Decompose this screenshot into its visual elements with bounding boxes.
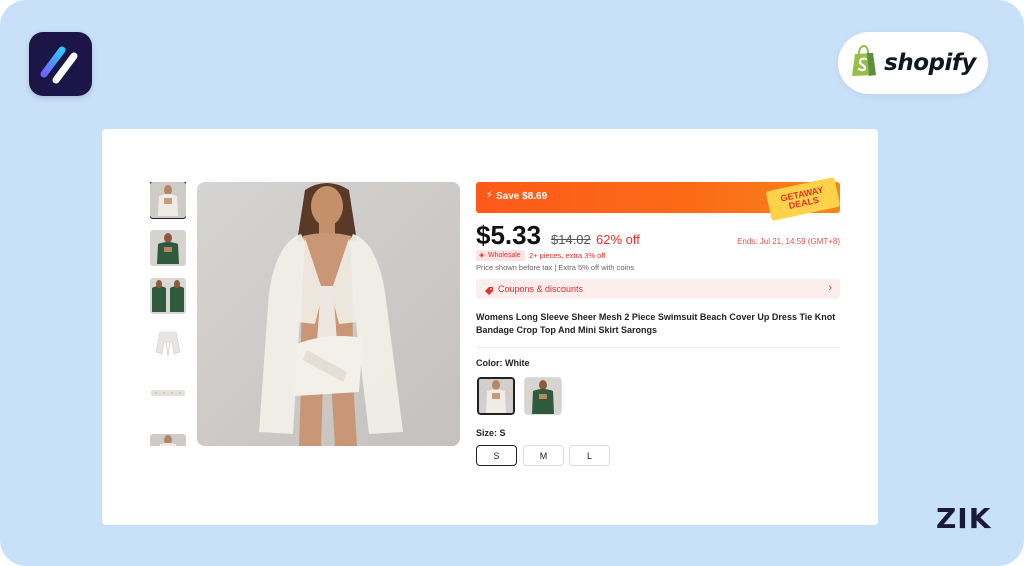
- size-option-l[interactable]: L: [569, 445, 610, 466]
- current-price: $5.33: [476, 220, 542, 250]
- shopify-bag-icon: [850, 44, 878, 82]
- thumbnail-3[interactable]: [150, 278, 186, 314]
- thumbnail-list: [150, 182, 186, 446]
- thumbnail-1[interactable]: [150, 182, 186, 219]
- size-option-m[interactable]: M: [523, 445, 564, 466]
- thumbnail-4[interactable]: [150, 326, 186, 362]
- product-title: Womens Long Sleeve Sheer Mesh 2 Piece Sw…: [476, 312, 836, 335]
- deal-end-time: Ends: Jul 21, 14:59 (GMT+8): [737, 237, 840, 246]
- background-stage: shopify ZIK ⚡ Save $8.69 GETAWAY DEALS $…: [0, 0, 1024, 566]
- thumbnail-2[interactable]: [150, 230, 186, 266]
- discount-percent: 62% off: [596, 232, 640, 247]
- coupons-label: Coupons & discounts: [498, 284, 584, 294]
- wholesale-note: 2+ pieces, extra 3% off: [529, 251, 606, 260]
- tag-icon: ◈: [479, 252, 485, 259]
- thumbnail-6[interactable]: [150, 434, 186, 446]
- shopify-wordmark: shopify: [884, 50, 976, 76]
- size-label: Size: S: [476, 428, 506, 438]
- color-label: Color: White: [476, 358, 530, 368]
- color-swatch-green[interactable]: [524, 377, 562, 415]
- chevron-right-icon: ›: [828, 282, 832, 294]
- divider: [476, 347, 840, 348]
- size-option-s[interactable]: S: [476, 445, 517, 466]
- main-product-image[interactable]: [197, 182, 460, 446]
- tax-note: Price shown before tax | Extra 5% off wi…: [476, 263, 635, 272]
- coupon-tag-icon: [484, 283, 494, 295]
- coupons-row[interactable]: Coupons & discounts ›: [476, 279, 840, 299]
- thumbnail-5[interactable]: [150, 374, 186, 410]
- zik-watermark: ZIK: [936, 502, 992, 535]
- shopify-badge: shopify: [838, 32, 988, 94]
- color-swatch-white[interactable]: [477, 377, 515, 415]
- original-price: $14.02: [551, 232, 591, 247]
- wholesale-badge: ◈ Wholesale: [476, 250, 525, 261]
- app-logo-icon: [29, 32, 92, 96]
- save-amount: Save $8.69: [496, 191, 548, 202]
- wholesale-label: Wholesale: [488, 252, 521, 259]
- lightning-icon: ⚡: [486, 190, 494, 201]
